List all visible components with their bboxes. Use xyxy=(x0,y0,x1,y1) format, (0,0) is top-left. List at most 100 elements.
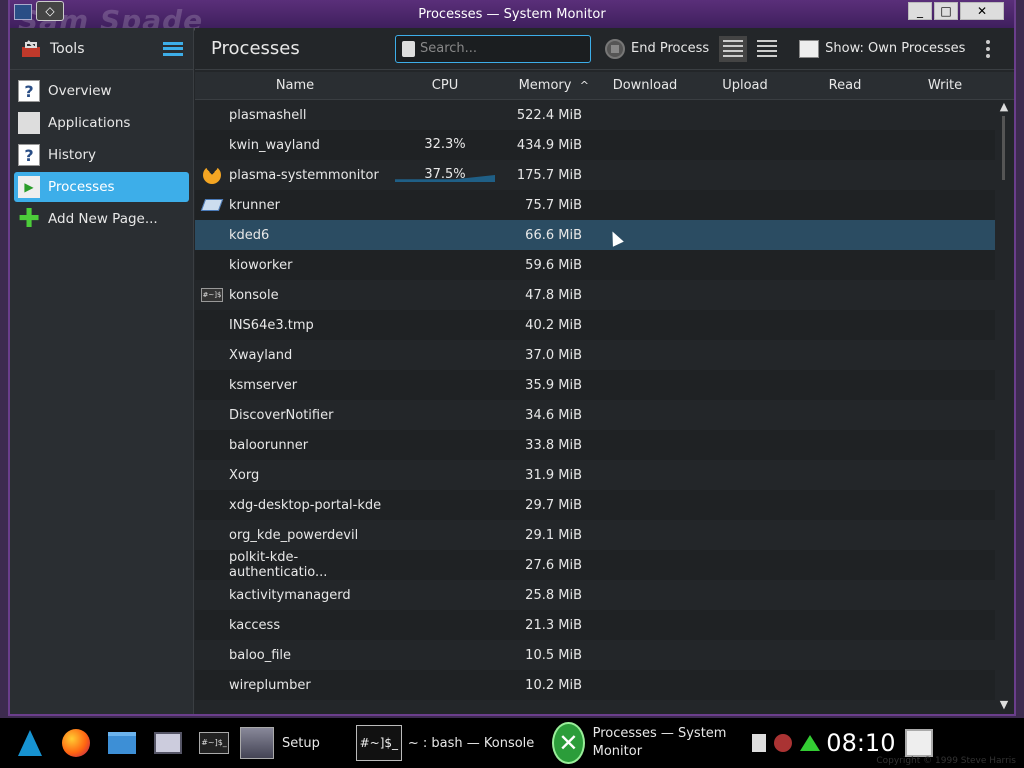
toolbar: Processes End Process Show: Own Processe… xyxy=(195,28,1014,70)
arch-launcher-icon[interactable] xyxy=(14,727,46,759)
table-row[interactable]: INS64e3.tmp 40.2 MiB xyxy=(195,310,995,340)
process-cpu xyxy=(395,640,495,670)
process-cpu: 32.3% xyxy=(395,130,495,160)
column-header-name[interactable]: Name xyxy=(195,78,395,93)
process-name: krunner xyxy=(229,197,280,213)
vertical-scrollbar[interactable]: ▲ ▼ xyxy=(997,100,1011,712)
wrench-icon: ✕ xyxy=(552,722,585,764)
show-desktop-icon[interactable] xyxy=(905,729,934,757)
scroll-down-icon[interactable]: ▼ xyxy=(997,698,1011,712)
process-memory: 25.8 MiB xyxy=(525,587,582,603)
table-row[interactable]: xdg-desktop-portal-kde 29.7 MiB xyxy=(195,490,995,520)
system-tray xyxy=(752,734,821,752)
column-header-read[interactable]: Read xyxy=(795,78,895,93)
process-name: konsole xyxy=(229,287,279,303)
process-name: kwin_wayland xyxy=(229,137,320,153)
process-cpu xyxy=(395,280,495,310)
process-name: polkit-kde-authenticatio... xyxy=(229,550,328,580)
process-icon-cell xyxy=(195,199,229,211)
table-row[interactable]: Xwayland 37.0 MiB xyxy=(195,340,995,370)
scroll-up-icon[interactable]: ▲ xyxy=(997,100,1011,114)
table-row[interactable] xyxy=(195,700,995,714)
table-row[interactable]: krunner 75.7 MiB xyxy=(195,190,995,220)
clipboard-icon[interactable] xyxy=(752,734,767,752)
table-row[interactable]: baloo_file 10.5 MiB xyxy=(195,640,995,670)
column-header-upload[interactable]: Upload xyxy=(695,78,795,93)
volume-muted-icon[interactable] xyxy=(774,734,793,752)
column-header-cpu[interactable]: CPU xyxy=(395,78,495,93)
app-window-icon[interactable] xyxy=(14,4,32,20)
sidebar-item-overview[interactable]: ? Overview xyxy=(14,76,189,106)
scrollbar-thumb[interactable] xyxy=(1002,116,1005,180)
window-menu-icon[interactable]: ◇ xyxy=(36,1,64,21)
table-row[interactable]: kioworker 59.6 MiB xyxy=(195,250,995,280)
process-name: kaccess xyxy=(229,617,281,633)
table-row[interactable]: Xorg 31.9 MiB xyxy=(195,460,995,490)
table-row[interactable]: kactivitymanagerd 25.8 MiB xyxy=(195,580,995,610)
process-name: kded6 xyxy=(229,227,270,243)
process-icon-cell: #~]$ xyxy=(195,288,229,302)
process-name: org_kde_powerdevil xyxy=(229,527,359,543)
column-header-memory-label: Memory xyxy=(518,78,572,93)
tree-view-icon[interactable] xyxy=(757,39,778,58)
table-row[interactable]: DiscoverNotifier 34.6 MiB xyxy=(195,400,995,430)
column-header-download[interactable]: Download xyxy=(595,78,695,93)
sidebar-item-processes[interactable]: ▶ Processes xyxy=(14,172,189,202)
list-view-icon[interactable] xyxy=(719,35,748,62)
column-header-write[interactable]: Write xyxy=(895,78,995,93)
table-row[interactable]: kaccess 21.3 MiB xyxy=(195,610,995,640)
search-input[interactable] xyxy=(420,41,580,56)
process-cpu xyxy=(395,400,495,430)
table-row[interactable]: #~]$ konsole 47.8 MiB xyxy=(195,280,995,310)
end-process-button[interactable]: End Process xyxy=(605,38,709,59)
sidebar-item-history[interactable]: ? History xyxy=(14,140,189,170)
search-box[interactable] xyxy=(395,34,591,63)
process-memory: 10.2 MiB xyxy=(525,677,582,693)
process-cpu xyxy=(395,340,495,370)
task-konsole[interactable]: #~]$_ ~ : bash — Konsole xyxy=(355,725,534,761)
maximize-button[interactable]: □ xyxy=(934,2,958,20)
file-manager-icon[interactable] xyxy=(106,727,138,759)
search-icon xyxy=(402,40,415,57)
process-memory: 29.7 MiB xyxy=(525,497,582,513)
close-button[interactable]: ✕ xyxy=(960,2,1004,20)
table-row[interactable]: wireplumber 10.2 MiB xyxy=(195,670,995,700)
table-row[interactable]: plasmashell 522.4 MiB xyxy=(195,100,995,130)
process-cpu xyxy=(395,610,495,640)
table-row[interactable]: ksmserver 35.9 MiB xyxy=(195,370,995,400)
process-name: baloorunner xyxy=(229,437,309,453)
tools-bar[interactable]: Tools xyxy=(10,28,193,70)
process-memory: 175.7 MiB xyxy=(516,167,582,183)
process-memory: 59.6 MiB xyxy=(525,257,582,273)
minimize-button[interactable]: _ xyxy=(908,2,932,20)
table-row[interactable]: baloorunner 33.8 MiB xyxy=(195,430,995,460)
process-cpu xyxy=(395,580,495,610)
process-cpu xyxy=(395,100,495,130)
process-name: Xorg xyxy=(229,467,260,483)
sidebar-item-add-new-page[interactable]: ✚ Add New Page... xyxy=(14,204,189,234)
table-row[interactable]: plasma-systemmonitor 37.5% 175.7 MiB xyxy=(195,160,995,190)
processes-icon: ▶ xyxy=(18,176,40,198)
more-options-icon[interactable] xyxy=(985,39,991,58)
process-cpu xyxy=(395,670,495,700)
table-row[interactable]: kded6 66.6 MiB xyxy=(195,220,995,250)
sidebar-item-applications[interactable]: Applications xyxy=(14,108,189,138)
table-row[interactable]: kwin_wayland 32.3% 434.9 MiB xyxy=(195,130,995,160)
title-bar[interactable]: Sam Spade ◇ Processes — System Monitor _… xyxy=(10,0,1014,37)
clock[interactable]: 08:10 xyxy=(826,729,895,757)
hamburger-menu-icon[interactable] xyxy=(163,41,183,56)
tools-label: Tools xyxy=(50,40,85,57)
task-setup[interactable]: Setup xyxy=(240,727,320,759)
updates-icon[interactable] xyxy=(800,735,821,751)
table-row[interactable]: polkit-kde-authenticatio... 27.6 MiB xyxy=(195,550,995,580)
column-header-memory[interactable]: Memory ^ xyxy=(495,78,595,93)
task-system-monitor[interactable]: ✕ Processes — System Monitor xyxy=(552,722,732,764)
show-processes-dropdown[interactable]: Show: Own Processes xyxy=(799,39,966,58)
process-cpu xyxy=(395,220,495,250)
process-cpu xyxy=(395,460,495,490)
show-processes-label: Show: Own Processes xyxy=(825,41,966,56)
system-monitor-launcher-icon[interactable] xyxy=(152,727,184,759)
table-row[interactable]: org_kde_powerdevil 29.1 MiB xyxy=(195,520,995,550)
firefox-icon[interactable] xyxy=(60,727,92,759)
terminal-launcher-icon[interactable]: #~]$_ xyxy=(198,727,230,759)
